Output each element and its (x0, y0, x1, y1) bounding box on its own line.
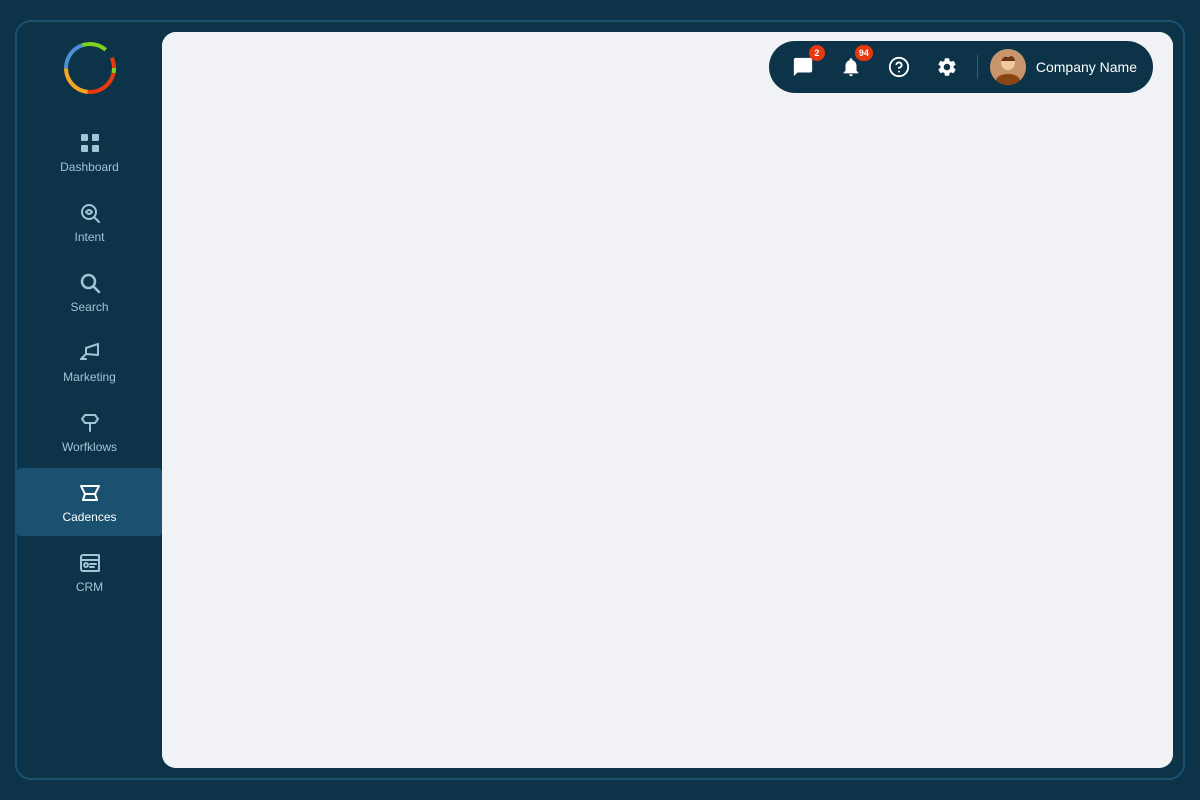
sidebar-item-cadences[interactable]: Cadences (17, 468, 162, 536)
main-content: 2 94 (162, 32, 1173, 768)
sidebar-item-cadences-label: Cadences (62, 510, 116, 524)
notifications-button[interactable]: 94 (833, 49, 869, 85)
header-divider (977, 55, 978, 79)
header: 2 94 (162, 32, 1173, 102)
workflows-icon (77, 410, 103, 436)
header-toolbar: 2 94 (769, 41, 1153, 93)
company-name-label: Company Name (1036, 59, 1137, 75)
dashboard-icon (77, 130, 103, 156)
sidebar-item-dashboard[interactable]: Dashboard (17, 118, 162, 186)
messages-badge: 2 (809, 45, 825, 61)
page-body (162, 102, 1173, 768)
sidebar-item-workflows-label: Worfklows (62, 440, 117, 454)
sidebar-item-crm-label: CRM (76, 580, 103, 594)
sidebar-item-search[interactable]: Search (17, 258, 162, 326)
intent-icon (77, 200, 103, 226)
notifications-badge: 94 (855, 45, 873, 61)
app-container: Dashboard Intent Search (15, 20, 1185, 780)
sidebar-item-marketing[interactable]: Marketing (17, 328, 162, 396)
avatar (990, 49, 1026, 85)
sidebar: Dashboard Intent Search (17, 22, 162, 778)
crm-icon (77, 550, 103, 576)
sidebar-item-dashboard-label: Dashboard (60, 160, 119, 174)
messages-button[interactable]: 2 (785, 49, 821, 85)
sidebar-item-intent[interactable]: Intent (17, 188, 162, 256)
settings-button[interactable] (929, 49, 965, 85)
search-icon (77, 270, 103, 296)
cadences-icon (77, 480, 103, 506)
marketing-icon (77, 340, 103, 366)
help-button[interactable] (881, 49, 917, 85)
app-logo[interactable] (64, 42, 116, 94)
sidebar-item-search-label: Search (70, 300, 108, 314)
sidebar-item-marketing-label: Marketing (63, 370, 116, 384)
sidebar-item-intent-label: Intent (74, 230, 104, 244)
sidebar-item-workflows[interactable]: Worfklows (17, 398, 162, 466)
sidebar-item-crm[interactable]: CRM (17, 538, 162, 606)
user-profile[interactable]: Company Name (990, 49, 1137, 85)
